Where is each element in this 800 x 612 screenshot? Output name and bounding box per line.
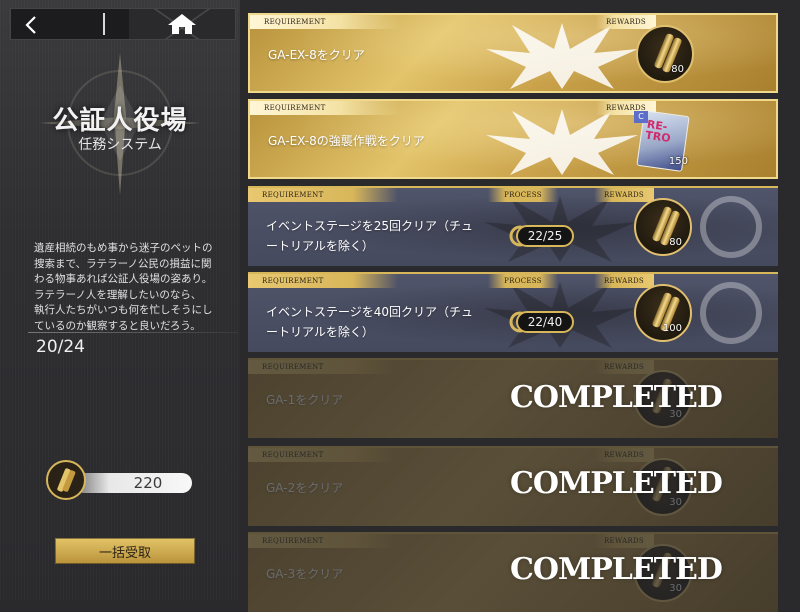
reward-item[interactable]: 80: [634, 198, 692, 256]
reward-card-text: RE-TRO: [644, 117, 672, 146]
description-divider: [28, 332, 238, 333]
reward-item[interactable]: 100: [634, 284, 692, 342]
top-nav-bar: [10, 8, 236, 40]
mission-card[interactable]: REQUIREMENT REWARDS GA-EX-8をクリア 80: [248, 13, 778, 93]
rewards-header: REWARDS: [594, 360, 654, 374]
process-header: PROCESS: [488, 188, 558, 202]
requirement-header: REQUIREMENT: [248, 360, 398, 374]
rewards-header: REWARDS: [596, 15, 656, 29]
mission-card[interactable]: REQUIREMENT PROCESS REWARDS イベントステージを40回…: [248, 272, 778, 352]
rewards-header: REWARDS: [594, 188, 654, 202]
claim-ring-icon: [700, 196, 762, 258]
reward-quantity: 80: [669, 237, 682, 248]
panel-title: 公証人役場: [52, 106, 188, 136]
rewards-header: REWARDS: [594, 448, 654, 462]
reward-quantity: 80: [671, 64, 684, 75]
mission-text: GA-3をクリア: [266, 567, 344, 581]
process-header: PROCESS: [488, 274, 558, 288]
mission-card[interactable]: REQUIREMENT PROCESS REWARDS イベントステージを25回…: [248, 186, 778, 266]
currency-amount: 220: [133, 474, 163, 492]
requirement-header: REQUIREMENT: [250, 15, 400, 29]
chevron-left-icon: [25, 16, 36, 34]
reward-item[interactable]: 80: [636, 25, 694, 83]
home-icon: [168, 14, 196, 34]
home-button[interactable]: [129, 9, 235, 39]
mission-text: GA-1をクリア: [266, 393, 344, 407]
reward-quantity: 100: [662, 323, 682, 334]
requirement-header: REQUIREMENT: [248, 534, 398, 548]
bat-emblem-icon: [486, 109, 638, 175]
reward-item[interactable]: RE-TRO C 150: [634, 110, 694, 172]
requirement-header: REQUIREMENT: [250, 101, 400, 115]
requirement-header: REQUIREMENT: [248, 188, 398, 202]
mission-text: イベントステージを25回クリア（チュートリアルを除く）: [266, 219, 474, 253]
rewards-header: REWARDS: [594, 534, 654, 548]
requirement-header: REQUIREMENT: [248, 448, 398, 462]
completed-stamp: COMPLETED: [510, 552, 723, 587]
rewards-header: REWARDS: [594, 274, 654, 288]
claim-ring-icon: [700, 282, 762, 344]
mission-text: イベントステージを40回クリア（チュートリアルを除く）: [266, 305, 474, 339]
nav-divider: [103, 13, 105, 35]
mission-list[interactable]: REQUIREMENT REWARDS GA-EX-8をクリア 80 REQUI…: [248, 0, 780, 612]
bulk-claim-button[interactable]: 一括受取: [55, 538, 195, 564]
ammo-cartridge-icon: [46, 460, 86, 500]
completed-stamp: COMPLETED: [510, 466, 723, 501]
progress-indicator: 22/25: [516, 225, 574, 247]
reward-quantity: 150: [668, 156, 688, 167]
back-button[interactable]: [11, 9, 101, 39]
mission-text: GA-EX-8をクリア: [268, 48, 365, 62]
currency-display: 220: [46, 460, 196, 500]
panel-description: 遺産相続のもめ事から迷子のペットの 捜索まで、ラテラーノ公民の損益に関 わる物事…: [34, 242, 213, 332]
mission-text: GA-2をクリア: [266, 481, 344, 495]
mission-panel: 公証人役場 任務システム 遺産相続のもめ事から迷子のペットの 捜索まで、ラテラー…: [0, 0, 240, 600]
requirement-header: REQUIREMENT: [248, 274, 398, 288]
progress-indicator: 22/40: [516, 311, 574, 333]
mission-progress-count: 20/24: [36, 337, 85, 357]
mission-text: GA-EX-8の強襲作戦をクリア: [268, 134, 425, 148]
completed-stamp: COMPLETED: [510, 380, 723, 415]
reward-tag: C: [634, 111, 648, 123]
panel-subtitle: 任務システム: [78, 137, 162, 153]
bat-emblem-icon: [486, 23, 638, 89]
mission-card[interactable]: REQUIREMENT REWARDS GA-EX-8の強襲作戦をクリア RE-…: [248, 99, 778, 179]
